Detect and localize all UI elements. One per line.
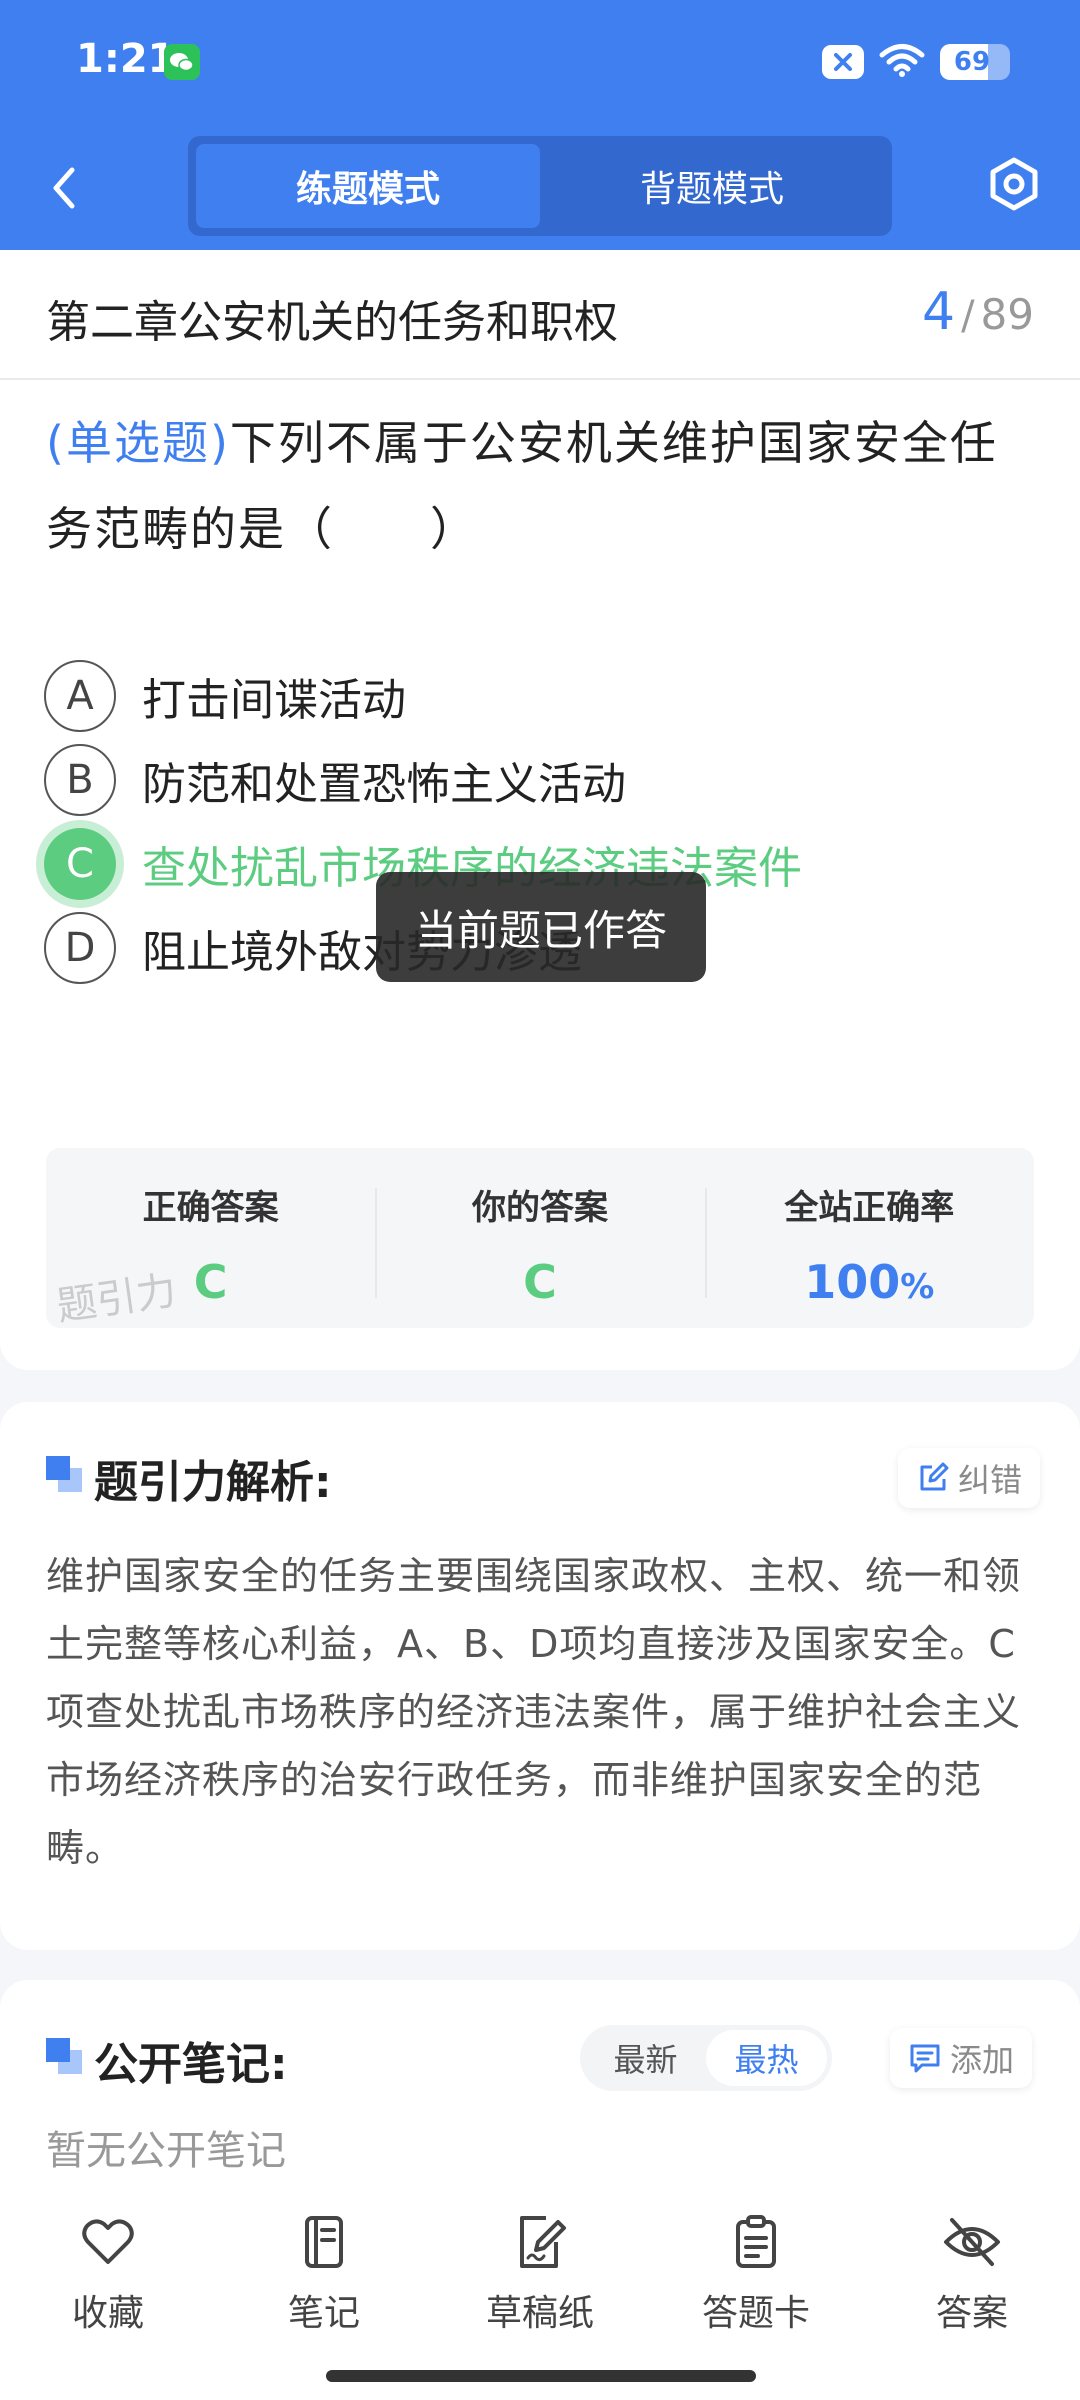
wifi-icon (878, 42, 926, 82)
add-note-label: 添加 (950, 2041, 1015, 2079)
battery-level: 69 (953, 47, 991, 77)
option-b[interactable]: B 防范和处置恐怖主义活动 (44, 742, 1044, 818)
question-stem: (单选题)下列不属于公安机关维护国家安全任务范畴的是（ ） (46, 400, 1036, 572)
answer-card-button[interactable]: 答题卡 (666, 2212, 846, 2336)
tab-memorize-mode[interactable]: 背题模式 (540, 144, 884, 228)
battery-icon: 69 (940, 44, 1010, 80)
heart-icon (82, 2219, 134, 2264)
option-a[interactable]: A 打击间谍活动 (44, 658, 1044, 734)
nav-bar: 练题模式 背题模式 (0, 126, 1080, 250)
sort-latest[interactable]: 最新 (585, 2030, 706, 2086)
question-card: 第二章公安机关的任务和职权 4/89 (单选题)下列不属于公安机关维护国家安全任… (0, 250, 1080, 1370)
show-answer-label: 答案 (935, 2293, 1008, 2334)
analysis-title: 题引力解析: (94, 1457, 332, 1508)
back-arrow-icon[interactable] (44, 160, 84, 216)
progress-separator: / (961, 293, 975, 339)
wechat-notification-icon (164, 44, 200, 80)
notebook-icon (305, 2216, 343, 2268)
analysis-card: 题引力解析: 纠错 维护国家安全的任务主要围绕国家政权、主权、统一和领土完整等核… (0, 1402, 1080, 1950)
notes-sort-toggle: 最新 最热 (580, 2025, 832, 2091)
answer-card-icon (736, 2215, 776, 2268)
toast-message: 当前题已作答 (376, 872, 706, 982)
correct-answer-label: 正确答案 (142, 1188, 279, 1228)
notes-title: 公开笔记: (94, 2039, 288, 2090)
analysis-text: 维护国家安全的任务主要围绕国家政权、主权、统一和领土完整等核心利益，A、B、D项… (46, 1554, 1022, 1870)
option-letter: B (44, 744, 116, 816)
accuracy-label: 全站正确率 (784, 1188, 955, 1228)
your-answer-value: C (523, 1255, 557, 1309)
accuracy-unit: % (900, 1267, 935, 1307)
draft-paper-label: 草稿纸 (485, 2293, 594, 2334)
status-bar: 1:21 69 (0, 0, 1080, 126)
header: 1:21 69 练题模式 背题模式 (0, 0, 1080, 250)
accuracy-number: 100 (804, 1255, 901, 1309)
accuracy-value: 100% (705, 1255, 1034, 1309)
bottom-toolbar: 收藏 笔记 草稿纸 答题卡 答案 (0, 2180, 1080, 2400)
network-off-icon (822, 45, 864, 79)
add-note-button[interactable]: 添加 (890, 2028, 1033, 2088)
answer-card-label: 答题卡 (701, 2293, 810, 2334)
your-answer-label: 你的答案 (471, 1188, 608, 1228)
option-letter: C (44, 828, 116, 900)
public-notes-card: 公开笔记: 最新 最热 添加 暂无公开笔记 (0, 1980, 1080, 2180)
favorite-button[interactable]: 收藏 (18, 2212, 198, 2336)
tab-practice-mode[interactable]: 练题模式 (196, 144, 540, 228)
draft-paper-button[interactable]: 草稿纸 (450, 2212, 630, 2336)
report-error-label: 纠错 (958, 1461, 1023, 1499)
total-question-count: 89 (980, 290, 1034, 339)
question-type: (单选题) (46, 416, 230, 470)
show-answer-button[interactable]: 答案 (882, 2212, 1062, 2336)
current-question-number: 4 (921, 282, 956, 342)
settings-icon[interactable] (984, 154, 1044, 214)
notes-button[interactable]: 笔记 (234, 2212, 414, 2336)
status-icons: 69 (822, 42, 1010, 82)
status-time: 1:21 (76, 36, 176, 82)
sort-hottest[interactable]: 最热 (706, 2030, 827, 2086)
favorite-label: 收藏 (71, 2293, 144, 2334)
option-text: 打击间谍活动 (142, 675, 406, 726)
chapter-title: 第二章公安机关的任务和职权 (46, 297, 618, 348)
comment-icon (910, 2044, 940, 2073)
draft-paper-icon (520, 2216, 566, 2268)
empty-notes-text: 暂无公开笔记 (46, 2128, 286, 2174)
section-marker-icon (46, 1456, 84, 1494)
mode-switch: 练题模式 背题模式 (188, 136, 892, 236)
report-error-button[interactable]: 纠错 (898, 1448, 1041, 1508)
eye-off-icon (944, 2218, 1000, 2266)
your-answer-col: 你的答案 C (375, 1148, 704, 1328)
notes-label: 笔记 (287, 2293, 360, 2334)
option-letter: A (44, 660, 116, 732)
home-indicator[interactable] (326, 2370, 756, 2382)
option-letter: D (44, 912, 116, 984)
option-text: 防范和处置恐怖主义活动 (142, 759, 626, 810)
question-progress[interactable]: 4/89 (922, 282, 1034, 342)
answer-summary: 正确答案 C 你的答案 C 全站正确率 100% (46, 1148, 1034, 1328)
section-marker-icon (46, 2038, 84, 2076)
accuracy-col: 全站正确率 100% (704, 1148, 1034, 1328)
chapter-row: 第二章公安机关的任务和职权 4/89 (0, 250, 1080, 380)
edit-icon (920, 1462, 949, 1491)
